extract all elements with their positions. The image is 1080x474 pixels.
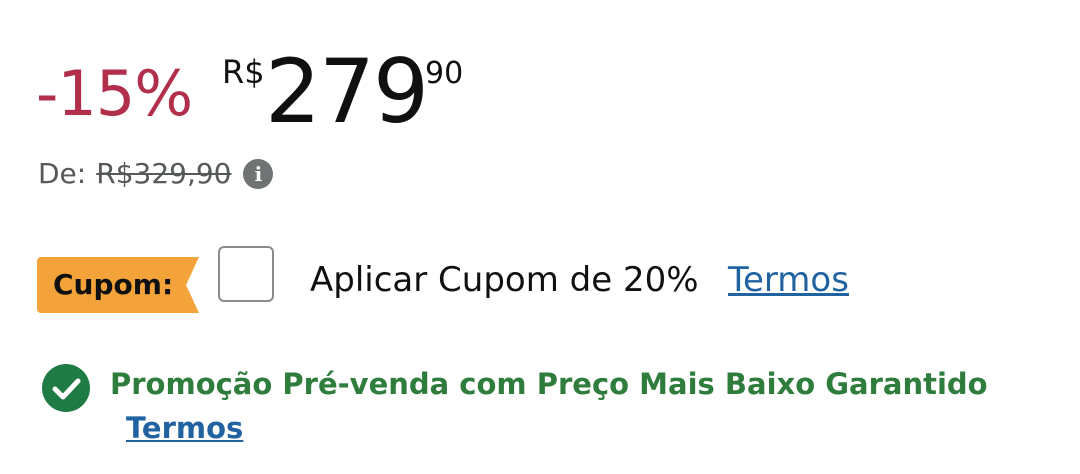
- list-price-label: De:: [38, 157, 87, 190]
- coupon-badge: Cupom:: [37, 257, 199, 313]
- price-cents: 90: [425, 56, 464, 91]
- check-circle-icon: [42, 364, 90, 412]
- list-price-row: De: R$329,90 i: [38, 156, 274, 192]
- info-icon[interactable]: i: [243, 159, 274, 189]
- coupon-badge-label: Cupom:: [53, 268, 174, 301]
- apply-coupon-label[interactable]: Aplicar Cupom de 20%: [310, 258, 699, 302]
- price-currency: R$: [222, 53, 265, 91]
- apply-coupon-checkbox[interactable]: [218, 246, 274, 302]
- promo-terms-link[interactable]: Termos: [126, 408, 243, 448]
- discount-percent: -15%: [36, 57, 193, 130]
- promo-text: Promoção Pré-venda com Preço Mais Baixo …: [110, 367, 988, 401]
- list-price-value: R$329,90: [96, 157, 232, 190]
- coupon-terms-link[interactable]: Termos: [728, 258, 849, 302]
- price-whole: 279: [265, 40, 429, 143]
